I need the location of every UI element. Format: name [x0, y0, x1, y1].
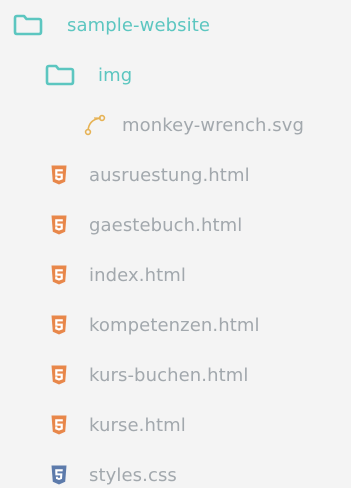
- file-label: ausruestung.html: [89, 164, 250, 186]
- svg-file-icon: [82, 113, 108, 137]
- file-label: gaestebuch.html: [89, 214, 243, 236]
- file-label: styles.css: [89, 464, 177, 486]
- folder-label: sample-website: [67, 14, 211, 36]
- html5-icon: [50, 415, 68, 435]
- file-label: kurs-buchen.html: [89, 364, 249, 386]
- html5-icon: [50, 215, 68, 235]
- html5-icon: [50, 365, 68, 385]
- html5-icon: [50, 165, 68, 185]
- file-label: monkey-wrench.svg: [122, 114, 305, 136]
- file-tree: sample-website img monkey-wrench.svg aus…: [0, 0, 351, 488]
- html5-icon: [50, 265, 68, 285]
- folder-icon: [13, 14, 43, 36]
- html5-icon: [50, 315, 68, 335]
- folder-label: img: [98, 64, 133, 86]
- file-label: index.html: [89, 264, 186, 286]
- file-label: kurse.html: [89, 414, 186, 436]
- folder-icon: [45, 64, 75, 86]
- css3-icon: [50, 465, 68, 485]
- file-label: kompetenzen.html: [89, 314, 260, 336]
